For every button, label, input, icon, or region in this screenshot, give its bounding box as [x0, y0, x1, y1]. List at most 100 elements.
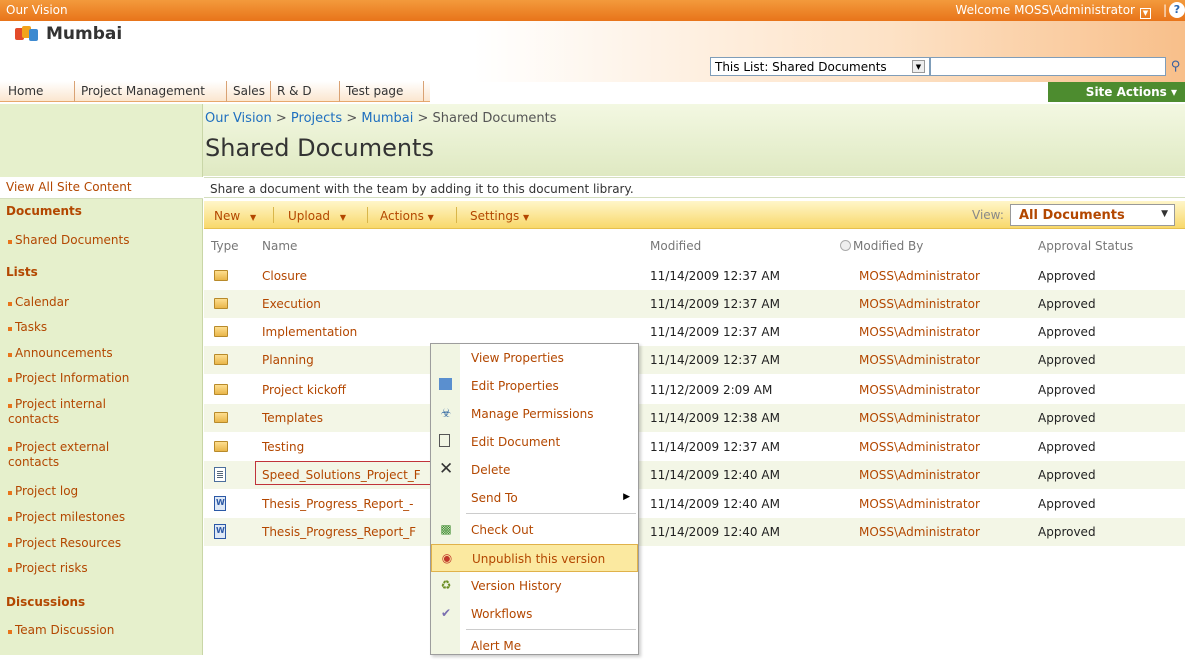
site-title[interactable]: Mumbai: [46, 24, 122, 44]
menu-view-properties[interactable]: View Properties: [431, 344, 638, 372]
item-name[interactable]: Planning: [262, 353, 314, 367]
item-name[interactable]: Thesis_Progress_Report_F: [262, 525, 416, 539]
page-title: Shared Documents: [205, 134, 434, 162]
table-row[interactable]: Execution 11/14/2009 12:37 AM MOSS\Adminis…: [204, 290, 1185, 318]
search-input[interactable]: [930, 57, 1166, 76]
chevron-down-icon[interactable]: ▼: [1140, 8, 1151, 19]
new-menu[interactable]: New ▼: [214, 209, 256, 223]
column-modified[interactable]: Modified: [650, 239, 701, 253]
item-name[interactable]: Project kickoff: [262, 383, 346, 397]
delete-icon: ✕: [439, 459, 454, 479]
item-modified-by[interactable]: MOSS\Administrator: [859, 440, 980, 454]
welcome-menu[interactable]: Welcome MOSS\Administrator ▼: [955, 3, 1151, 19]
menu-version-history[interactable]: ♻ Version History: [431, 572, 638, 600]
item-modified-by[interactable]: MOSS\Administrator: [859, 269, 980, 283]
table-row[interactable]: Project kickoff 11/12/2009 2:09 AM MOSS\Ad…: [204, 376, 1185, 404]
quick-launch-header-documents[interactable]: Documents: [0, 204, 203, 218]
tab-home[interactable]: Home: [0, 81, 75, 102]
item-modified-by[interactable]: MOSS\Administrator: [859, 325, 980, 339]
menu-send-to[interactable]: Send To ▶: [431, 484, 638, 512]
item-modified-by[interactable]: MOSS\Administrator: [859, 297, 980, 311]
site-actions-button[interactable]: Site Actions ▾: [1048, 82, 1185, 102]
menu-manage-permissions[interactable]: ☣ Manage Permissions: [431, 400, 638, 428]
item-name[interactable]: Closure: [262, 269, 307, 283]
item-modified-by[interactable]: MOSS\Administrator: [859, 411, 980, 425]
actions-menu[interactable]: Actions ▼: [380, 209, 434, 223]
column-type[interactable]: Type: [211, 239, 239, 253]
help-icon[interactable]: ?: [1169, 2, 1185, 18]
item-name[interactable]: Thesis_Progress_Report_-: [262, 497, 413, 511]
quick-launch-item[interactable]: Project Information: [0, 371, 203, 386]
item-modified-by[interactable]: MOSS\Administrator: [859, 468, 980, 482]
search-scope-select[interactable]: This List: Shared Documents ▼: [710, 57, 930, 76]
quick-launch-item[interactable]: Project external contacts: [0, 440, 160, 470]
folder-icon: [214, 412, 228, 423]
quick-launch-header-lists[interactable]: Lists: [0, 265, 203, 279]
presence-icon: [840, 240, 851, 251]
item-modified-by[interactable]: MOSS\Administrator: [859, 525, 980, 539]
chevron-down-icon[interactable]: ▼: [912, 60, 925, 73]
tab-project-management[interactable]: Project Management: [75, 81, 227, 102]
tab-test-page[interactable]: Test page: [340, 81, 424, 102]
table-row[interactable]: Thesis_Progress_Report_F 11/14/2009 12:40…: [204, 518, 1185, 546]
column-modified-by[interactable]: Modified By: [840, 239, 923, 253]
menu-edit-document[interactable]: Edit Document: [431, 428, 638, 456]
breadcrumb-projects[interactable]: Projects: [291, 111, 342, 126]
item-modified-by[interactable]: MOSS\Administrator: [859, 497, 980, 511]
menu-edit-properties[interactable]: Edit Properties: [431, 372, 638, 400]
settings-menu[interactable]: Settings ▼: [470, 209, 529, 223]
item-approval: Approved: [1038, 325, 1096, 339]
quick-launch-item[interactable]: Project milestones: [0, 510, 203, 525]
menu-item-label: Unpublish this version: [472, 552, 606, 566]
breadcrumb-our-vision[interactable]: Our Vision: [205, 111, 272, 126]
breadcrumb-mumbai[interactable]: Mumbai: [361, 111, 413, 126]
breadcrumb-current: Shared Documents: [432, 111, 557, 126]
quick-launch-item[interactable]: Tasks: [0, 320, 203, 335]
search-icon[interactable]: ⚲: [1166, 57, 1185, 76]
item-name[interactable]: Testing: [262, 440, 304, 454]
quick-launch-item[interactable]: Project internal contacts: [0, 397, 160, 427]
view-select-value: All Documents: [1019, 208, 1125, 223]
list-description: Share a document with the team by adding…: [204, 177, 1185, 198]
quick-launch-item[interactable]: Project log: [0, 484, 203, 499]
column-name[interactable]: Name: [262, 239, 297, 253]
quick-launch-header-discussions[interactable]: Discussions: [0, 595, 203, 609]
quick-launch-item-label: Shared Documents: [15, 233, 130, 247]
menu-workflows[interactable]: ✔ Workflows: [431, 600, 638, 628]
view-all-site-content-link[interactable]: View All Site Content: [0, 177, 203, 199]
quick-launch-item-label: Calendar: [15, 295, 69, 309]
menu-unpublish-version[interactable]: ◉ Unpublish this version: [431, 544, 638, 572]
quick-launch-item[interactable]: Announcements: [0, 346, 203, 361]
menu-check-out[interactable]: ▩ Check Out: [431, 516, 638, 544]
table-row[interactable]: Implementation 11/14/2009 12:37 AM MOSS\Ad…: [204, 318, 1185, 346]
menu-delete[interactable]: ✕ Delete: [431, 456, 638, 484]
table-row[interactable]: Testing 11/14/2009 12:37 AM MOSS\Administr…: [204, 433, 1185, 461]
quick-launch-item[interactable]: Shared Documents: [0, 233, 203, 248]
tab-sales[interactable]: Sales: [227, 81, 271, 102]
view-select[interactable]: All Documents ▼: [1010, 204, 1175, 226]
tab-r-and-d[interactable]: R & D: [271, 81, 340, 102]
item-name[interactable]: Templates: [262, 411, 323, 425]
menu-alert-me[interactable]: Alert Me: [431, 632, 638, 660]
permissions-icon: ☣: [440, 406, 452, 420]
quick-launch-item[interactable]: Project Resources: [0, 536, 203, 551]
top-site-link[interactable]: Our Vision: [6, 3, 68, 17]
quick-launch-item[interactable]: Calendar: [0, 295, 203, 310]
selected-item-outline: [255, 461, 443, 485]
column-approval-status[interactable]: Approval Status: [1038, 239, 1133, 253]
table-row[interactable]: Planning 11/14/2009 12:37 AM MOSS\Administ…: [204, 346, 1185, 374]
table-row[interactable]: Closure 11/14/2009 12:37 AM MOSS\Administr…: [204, 262, 1185, 290]
item-name[interactable]: Implementation: [262, 325, 357, 339]
breadcrumb-sep: >: [342, 111, 362, 126]
table-row[interactable]: Templates 11/14/2009 12:38 AM MOSS\Adminis…: [204, 404, 1185, 432]
table-row[interactable]: Thesis_Progress_Report_- 11/14/2009 12:40…: [204, 490, 1185, 518]
item-modified-by[interactable]: MOSS\Administrator: [859, 383, 980, 397]
quick-launch-item[interactable]: Project risks: [0, 561, 203, 576]
quick-launch-item[interactable]: Team Discussion: [0, 623, 203, 638]
item-name[interactable]: Execution: [262, 297, 321, 311]
welcome-text: Welcome MOSS\Administrator: [955, 3, 1135, 17]
item-modified-by[interactable]: MOSS\Administrator: [859, 353, 980, 367]
quick-launch-item-label: Team Discussion: [15, 623, 115, 637]
workflows-icon: ✔: [440, 606, 452, 620]
upload-menu[interactable]: Upload ▼: [288, 209, 346, 223]
